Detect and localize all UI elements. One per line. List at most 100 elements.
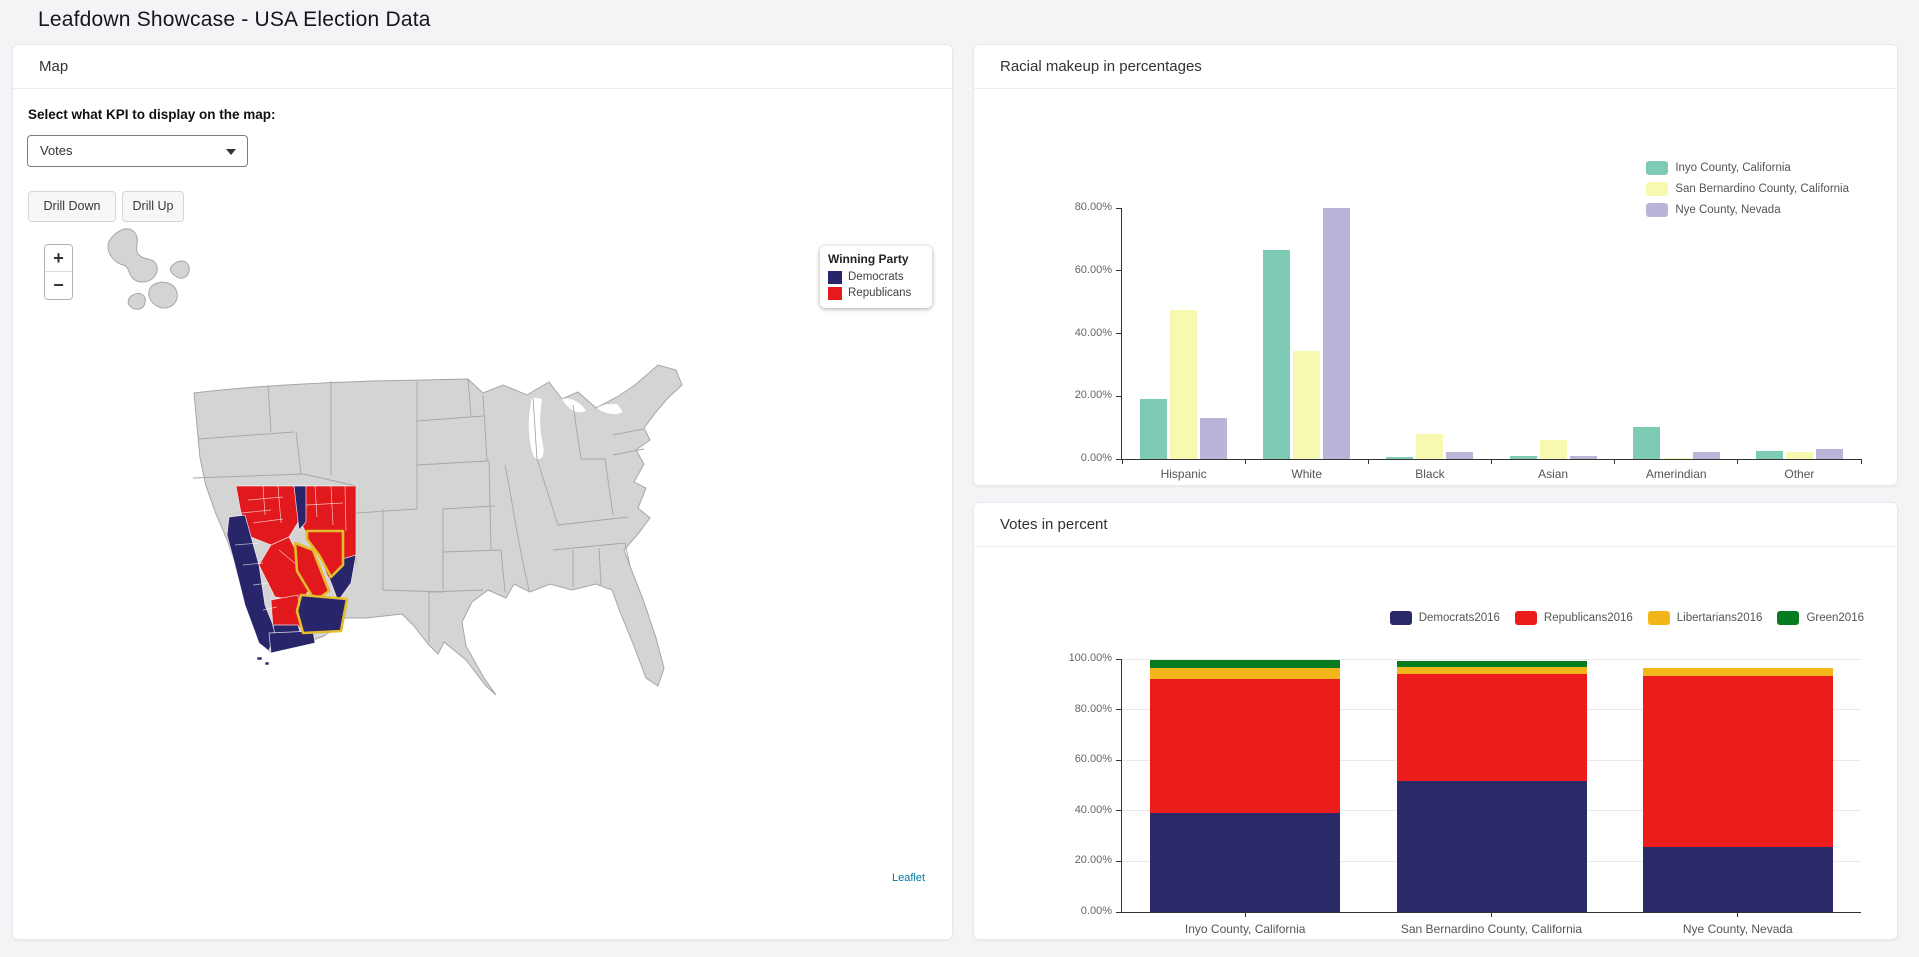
segment-Inyo County, California-Libertarians2016 xyxy=(1150,668,1340,679)
bar-Other-Nye County, Nevada xyxy=(1816,449,1843,459)
kpi-select-dropdown[interactable]: Votes xyxy=(27,135,248,167)
legend-label: Libertarians2016 xyxy=(1677,612,1763,624)
winning-party-legend-item: Republicans xyxy=(828,285,924,301)
y-tick-mark xyxy=(1116,709,1121,710)
legend-swatch xyxy=(1646,203,1668,217)
x-category-label: Asian xyxy=(1492,467,1615,481)
x-tick-mark xyxy=(1368,459,1369,464)
x-tick-mark xyxy=(1861,459,1862,464)
y-tick-mark xyxy=(1116,810,1121,811)
county-san-bernardino-highlight[interactable] xyxy=(297,595,347,633)
x-tick-mark xyxy=(1245,459,1246,464)
y-tick-label: 0.00% xyxy=(1042,452,1112,464)
legend-item-San Bernardino County, California[interactable]: San Bernardino County, California xyxy=(1646,182,1849,196)
zoom-out-button[interactable]: − xyxy=(45,272,72,299)
x-category-label: Hispanic xyxy=(1122,467,1245,481)
bar-White-San Bernardino County, California xyxy=(1293,351,1320,459)
racial-makeup-chart: Inyo County, California San Bernardino Co… xyxy=(974,89,1897,485)
legend-swatch xyxy=(1646,182,1668,196)
racial-chart-legend: Inyo County, California San Bernardino Co… xyxy=(1646,161,1849,217)
x-category-label: San Bernardino County, California xyxy=(1368,922,1614,936)
bar-Asian-San Bernardino County, California xyxy=(1540,440,1567,459)
y-tick-label: 20.00% xyxy=(1042,389,1112,401)
map-zoom-control: + − xyxy=(44,244,73,300)
legend-item-Inyo County, California[interactable]: Inyo County, California xyxy=(1646,161,1849,175)
zoom-in-button[interactable]: + xyxy=(45,245,72,272)
channel-island xyxy=(265,662,269,665)
segment-Nye County, Nevada-Libertarians2016 xyxy=(1643,668,1833,676)
legend-swatch xyxy=(1777,611,1799,625)
bar-Black-Inyo County, California xyxy=(1386,457,1413,459)
winning-party-legend-title: Winning Party xyxy=(828,252,924,266)
x-category-label: Inyo County, California xyxy=(1122,922,1368,936)
legend-swatch xyxy=(828,271,842,284)
segment-Nye County, Nevada-Republicans2016 xyxy=(1643,676,1833,848)
y-tick-mark xyxy=(1116,459,1121,460)
segment-Inyo County, California-Green2016 xyxy=(1150,660,1340,669)
y-tick-label: 80.00% xyxy=(1042,703,1112,715)
x-tick-mark xyxy=(1737,459,1738,464)
bar-White-Nye County, Nevada xyxy=(1323,208,1350,459)
segment-Nye County, Nevada-Democrats2016 xyxy=(1643,847,1833,912)
legend-swatch xyxy=(1515,611,1537,625)
channel-island xyxy=(257,657,262,660)
y-tick-label: 80.00% xyxy=(1042,201,1112,213)
bar-Amerindian-San Bernardino County, California xyxy=(1663,458,1690,459)
legend-swatch xyxy=(828,287,842,300)
legend-label: Inyo County, California xyxy=(1675,162,1790,174)
racial-panel-title: Racial makeup in percentages xyxy=(974,45,1897,89)
x-tick-mark xyxy=(1737,912,1738,917)
legend-item-Republicans2016[interactable]: Republicans2016 xyxy=(1515,611,1633,625)
bar-Other-San Bernardino County, California xyxy=(1786,452,1813,459)
bar-Hispanic-Nye County, Nevada xyxy=(1200,418,1227,459)
bar-Black-Nye County, Nevada xyxy=(1446,452,1473,459)
votes-chart-plot-area: 0.00%20.00%40.00%60.00%80.00%100.00%Inyo… xyxy=(1121,659,1861,913)
x-category-label: Black xyxy=(1368,467,1491,481)
x-tick-mark xyxy=(1122,459,1123,464)
votes-percent-chart: Democrats2016 Republicans2016 Libertarians… xyxy=(974,547,1897,939)
segment-San Bernardino County, California-Republicans2016 xyxy=(1397,674,1587,781)
y-tick-label: 0.00% xyxy=(1042,905,1112,917)
bar-Amerindian-Nye County, Nevada xyxy=(1693,452,1720,459)
x-category-label: Amerindian xyxy=(1615,467,1738,481)
bar-White-Inyo County, California xyxy=(1263,250,1290,459)
legend-swatch xyxy=(1390,611,1412,625)
x-tick-mark xyxy=(1245,912,1246,917)
legend-swatch xyxy=(1648,611,1670,625)
x-category-label: White xyxy=(1245,467,1368,481)
y-tick-mark xyxy=(1116,861,1121,862)
y-tick-mark xyxy=(1116,912,1121,913)
legend-item-Democrats2016[interactable]: Democrats2016 xyxy=(1390,611,1500,625)
winning-party-legend: Winning Party DemocratsRepublicans xyxy=(820,246,932,308)
y-tick-mark xyxy=(1116,333,1121,334)
county-region-kern-republican[interactable] xyxy=(271,595,300,627)
legend-item-Green2016[interactable]: Green2016 xyxy=(1777,611,1864,625)
winning-party-legend-item: Democrats xyxy=(828,269,924,285)
votes-panel-title: Votes in percent xyxy=(974,503,1897,547)
legend-label: Democrats2016 xyxy=(1419,612,1500,624)
legend-label: Green2016 xyxy=(1806,612,1864,624)
legend-item-Libertarians2016[interactable]: Libertarians2016 xyxy=(1648,611,1763,625)
y-tick-label: 20.00% xyxy=(1042,854,1112,866)
bar-Asian-Nye County, Nevada xyxy=(1570,456,1597,459)
chevron-down-icon xyxy=(226,149,236,155)
x-tick-mark xyxy=(1491,459,1492,464)
legend-item-Nye County, Nevada[interactable]: Nye County, Nevada xyxy=(1646,203,1849,217)
votes-chart-legend: Democrats2016 Republicans2016 Libertarians… xyxy=(1390,611,1864,625)
y-tick-mark xyxy=(1116,208,1121,209)
legend-label: San Bernardino County, California xyxy=(1675,183,1849,195)
drill-down-button[interactable]: Drill Down xyxy=(28,191,116,222)
y-tick-label: 60.00% xyxy=(1042,264,1112,276)
segment-Inyo County, California-Democrats2016 xyxy=(1150,813,1340,912)
county-region-socal-democrat[interactable] xyxy=(269,631,315,653)
leaflet-map[interactable] xyxy=(13,45,954,941)
leaflet-attribution-link[interactable]: Leaflet xyxy=(889,871,928,885)
drill-up-button[interactable]: Drill Up xyxy=(122,191,184,222)
legend-swatch xyxy=(1646,161,1668,175)
segment-San Bernardino County, California-Democrats2016 xyxy=(1397,781,1587,912)
y-tick-mark xyxy=(1116,396,1121,397)
segment-Inyo County, California-Republicans2016 xyxy=(1150,679,1340,813)
y-tick-label: 100.00% xyxy=(1042,652,1112,664)
page-title: Leafdown Showcase - USA Election Data xyxy=(38,8,431,32)
bar-Other-Inyo County, California xyxy=(1756,451,1783,459)
